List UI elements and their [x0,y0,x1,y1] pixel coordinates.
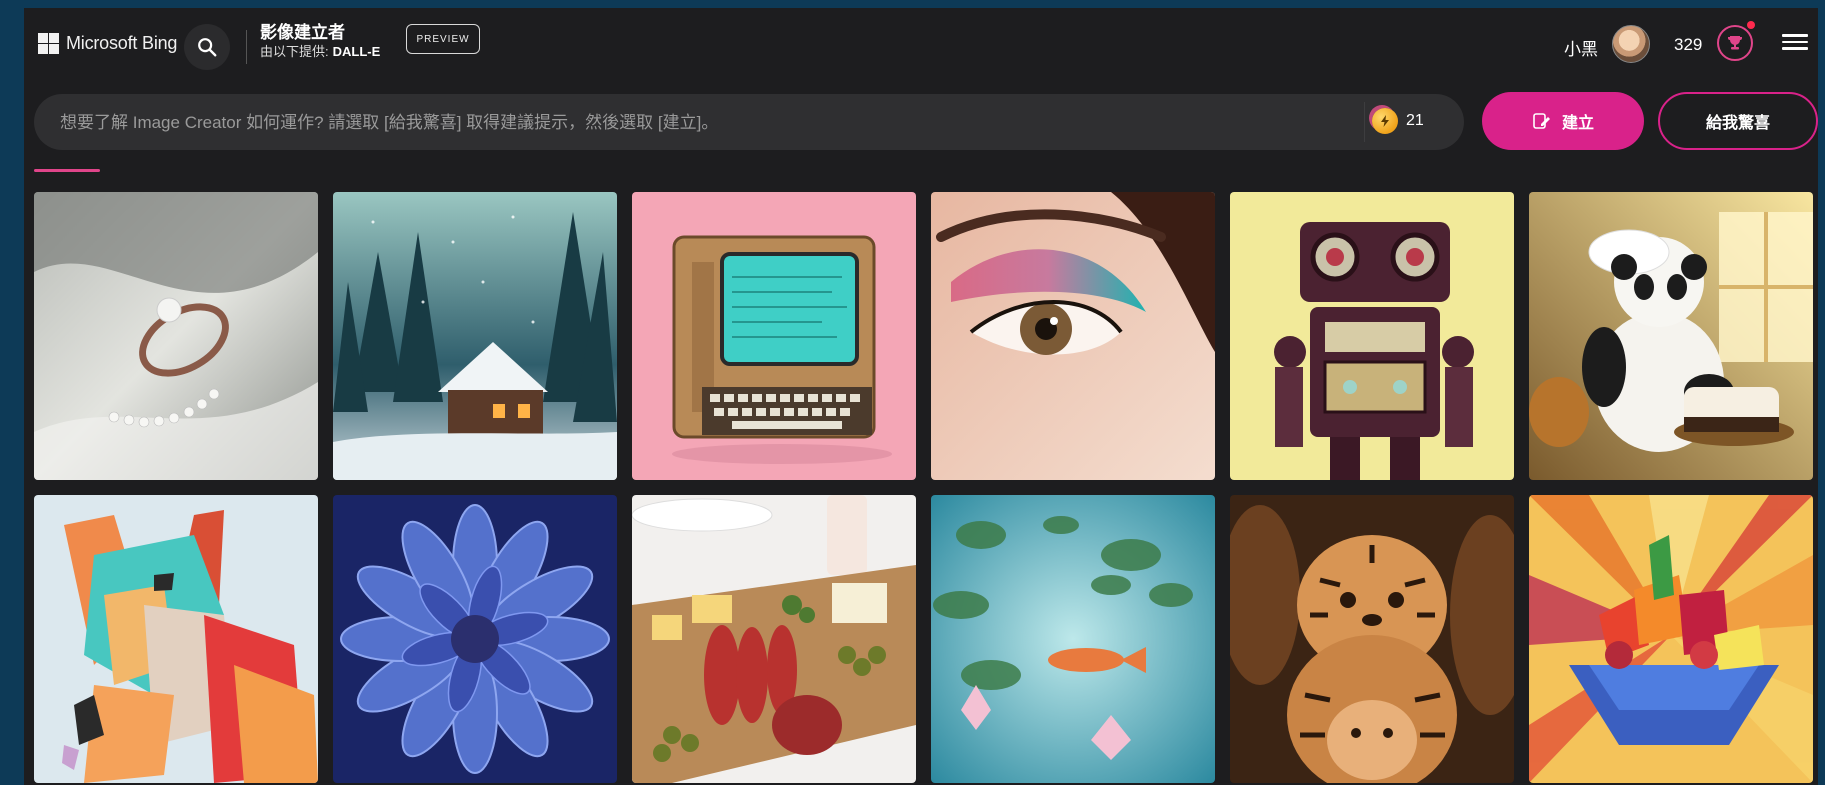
gallery-image-koi-pond[interactable] [931,495,1215,783]
rewards-points[interactable]: 329 [1674,35,1702,55]
hamburger-menu-icon[interactable] [1782,30,1808,56]
gallery-image-papercraft-fox[interactable] [34,495,318,783]
app-window: Microsoft Bing 影像建立者 由以下提供: DALL-E PREVIE… [24,8,1818,785]
create-pencil-icon [1533,113,1550,129]
lightning-boost-icon [1372,108,1398,134]
app-title-block: 影像建立者 由以下提供: DALL-E [260,23,380,61]
provider-name: DALL-E [332,44,381,59]
notification-dot [1747,21,1755,29]
gallery-image-pearl-ring[interactable] [34,192,318,480]
trophy-icon [1728,36,1742,50]
create-button[interactable]: 建立 [1482,92,1644,150]
gallery-image-charcuterie[interactable] [632,495,916,783]
provider-prefix: 由以下提供: [260,44,329,59]
boosts-counter[interactable]: 21 [1372,108,1424,134]
boost-divider [1364,102,1365,142]
boost-count: 21 [1406,112,1424,129]
gallery-image-eye-makeup[interactable] [931,192,1215,480]
gallery-image-fruit-bowl[interactable] [1529,495,1813,783]
gallery-image-snowy-cabin[interactable] [333,192,617,480]
app-title: 影像建立者 [260,23,345,42]
microsoft-logo-icon [38,33,59,54]
provider-line: 由以下提供: DALL-E [260,43,380,61]
create-label: 建立 [1561,115,1594,132]
image-gallery [34,192,1818,783]
gallery-image-retro-robot[interactable] [1230,192,1514,480]
prompt-input[interactable] [58,94,1202,152]
rewards-trophy-icon[interactable] [1717,25,1753,61]
search-button[interactable] [184,24,230,70]
search-icon [198,38,217,57]
header-divider [246,30,247,64]
prompt-bar: 21 [34,94,1464,152]
avatar[interactable] [1612,25,1650,63]
gallery-image-tiger-figurines[interactable] [1230,495,1514,783]
bing-logo[interactable]: Microsoft Bing [38,33,177,54]
gallery-image-panda-chef[interactable] [1529,192,1813,480]
gallery-image-blue-flower[interactable] [333,495,617,783]
brand-name: Microsoft Bing [66,33,178,53]
gallery-image-retro-computer[interactable] [632,192,916,480]
surprise-me-button[interactable]: 給我驚喜 [1658,92,1818,150]
preview-badge: PREVIEW [406,24,480,54]
active-tab-indicator [34,169,100,172]
user-name[interactable]: 小黑 [1564,35,1598,60]
